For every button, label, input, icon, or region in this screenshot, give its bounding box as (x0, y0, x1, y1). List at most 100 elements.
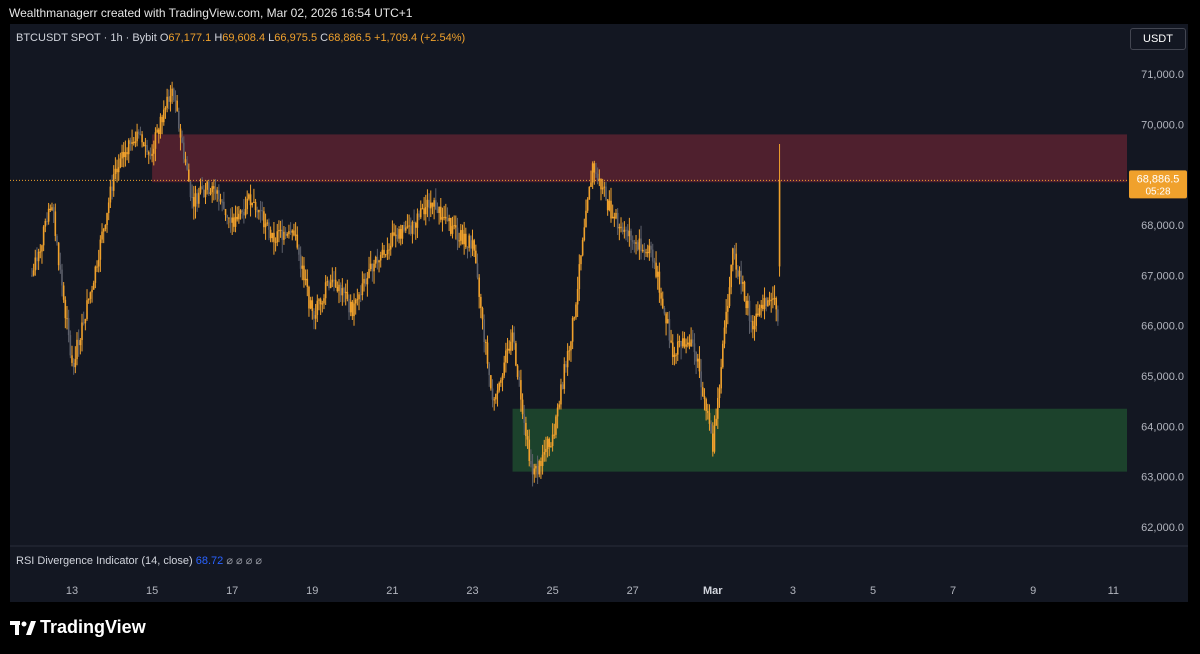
candle-body (476, 263, 479, 278)
chart-panel[interactable]: 71,000.070,000.069,000.068,000.067,000.0… (10, 24, 1188, 602)
candle-body (615, 213, 617, 219)
candle-body (732, 248, 734, 265)
candle-body (523, 414, 526, 423)
candle-body (710, 423, 712, 434)
candle-body (706, 411, 709, 413)
candle-body (538, 461, 541, 475)
candle-body (568, 350, 571, 352)
candle-body (406, 226, 409, 228)
symbol-name[interactable]: BTCUSDT SPOT · 1h · Bybit (16, 32, 157, 44)
candle-body (198, 192, 200, 204)
candle-body (76, 339, 78, 360)
candle-body (773, 298, 776, 300)
x-tick-label: 17 (226, 585, 238, 597)
candle-body (660, 292, 662, 299)
candle-body (500, 380, 502, 383)
candle-body (82, 322, 85, 324)
candle-body (777, 309, 779, 322)
candle-body (485, 342, 487, 344)
candle-body (293, 230, 295, 236)
candle-body (39, 251, 42, 253)
candle-body (665, 313, 667, 324)
candle-body (441, 217, 444, 220)
candle-body (606, 199, 609, 211)
candle-body (695, 352, 697, 362)
candle-body (144, 145, 147, 147)
candle-body (51, 207, 53, 210)
candle-body (356, 299, 359, 301)
candle-body (488, 363, 490, 376)
candle-body (358, 294, 360, 300)
tradingview-brand[interactable]: TradingView (10, 617, 146, 638)
candle-body (91, 289, 93, 293)
candle-body (573, 317, 576, 319)
candle-body (556, 407, 559, 417)
candle-body (403, 225, 405, 231)
candle-body (318, 299, 320, 301)
candle-body (52, 207, 55, 212)
candle-body (603, 186, 606, 188)
candle-body (431, 202, 434, 207)
x-tick-label: 21 (386, 585, 398, 597)
candle-body (480, 296, 482, 309)
candle-body (727, 305, 729, 312)
candle-body (498, 382, 500, 391)
candle-body (510, 341, 512, 351)
candle-body (289, 231, 292, 233)
candle-body (463, 233, 465, 245)
candle-body (279, 229, 282, 231)
candle-body (224, 208, 227, 216)
candle-body (339, 284, 342, 296)
candle-body (586, 199, 589, 211)
candle-body (208, 181, 210, 194)
candle-body (136, 131, 138, 142)
candle-body (331, 279, 334, 283)
candle-body (137, 131, 140, 135)
y-tick-label: 67,000.0 (1141, 270, 1184, 282)
close-value: 68,886.5 (328, 32, 371, 44)
candle-body (114, 168, 117, 174)
price-badge-value: 68,886.5 (1137, 173, 1180, 185)
candle-body (336, 286, 339, 292)
price-chart[interactable]: 71,000.070,000.069,000.068,000.067,000.0… (10, 24, 1188, 602)
candle-body (231, 217, 233, 223)
candle-body (101, 231, 103, 240)
currency-button[interactable]: USDT (1130, 28, 1186, 50)
candle-body (371, 263, 374, 272)
candle-body (263, 211, 265, 228)
candle-body (428, 199, 430, 209)
candle-body (266, 222, 269, 224)
candle-body (688, 342, 691, 347)
candle-body (351, 301, 354, 317)
candle-body (583, 227, 586, 241)
candle-body (264, 223, 267, 228)
candle-body (505, 350, 507, 363)
candle-body (681, 338, 684, 347)
candle-body (560, 384, 562, 405)
y-tick-label: 63,000.0 (1141, 472, 1184, 484)
rsi-indicator-label[interactable]: RSI Divergence Indicator (14, close) 68.… (16, 554, 262, 567)
candle-body (640, 238, 642, 252)
candle-body (299, 254, 302, 269)
candle-body (458, 240, 460, 242)
candle-body (528, 439, 531, 461)
candle-body (84, 318, 87, 324)
candle-body (219, 199, 222, 202)
candle-body (281, 229, 284, 240)
candle-body (241, 210, 244, 212)
candle-body (162, 109, 165, 123)
candle-body (575, 304, 577, 318)
candle-body (401, 225, 404, 239)
y-tick-label: 66,000.0 (1141, 321, 1184, 333)
candle-body (563, 364, 566, 389)
candle-body (102, 228, 105, 232)
candle-body (152, 148, 155, 154)
candle-body (122, 151, 125, 158)
candle-body (62, 285, 65, 300)
candle-body (134, 141, 137, 144)
candle-body (496, 390, 499, 394)
candle-body (386, 250, 389, 255)
candle-body (129, 140, 132, 144)
candle-body (446, 218, 449, 222)
candle-body (483, 319, 485, 343)
